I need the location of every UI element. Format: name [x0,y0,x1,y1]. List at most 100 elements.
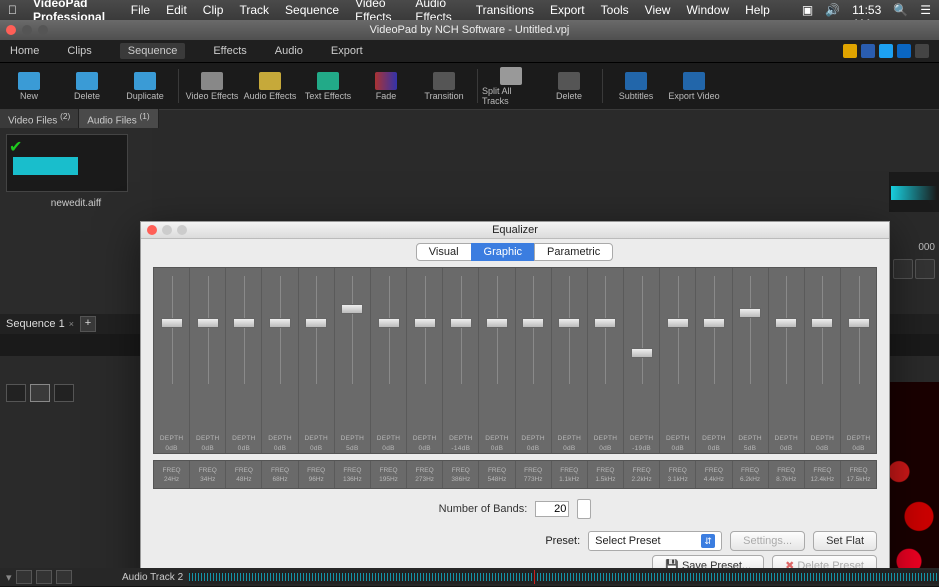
eq-slider-thumb[interactable] [161,318,183,328]
nav-audio[interactable]: Audio [275,45,303,57]
tool-transition[interactable]: Transition [415,65,473,107]
menu-tools[interactable]: Tools [601,3,629,17]
tool-lock-icon[interactable] [54,384,74,402]
menu-track[interactable]: Track [239,3,269,17]
seg-visual[interactable]: Visual [416,243,472,261]
record-icon[interactable] [56,570,72,584]
seg-graphic[interactable]: Graphic [471,243,536,261]
nav-clips[interactable]: Clips [67,45,91,57]
linkedin-icon[interactable] [897,44,911,58]
tool-audio-effects[interactable]: Audio Effects [241,65,299,107]
eq-slider-thumb[interactable] [848,318,870,328]
eq-slider-thumb[interactable] [305,318,327,328]
menu-sequence[interactable]: Sequence [285,3,339,17]
tool-video-effects[interactable]: Video Effects [183,65,241,107]
eq-slider-thumb[interactable] [414,318,436,328]
clip-thumbnail[interactable]: ✔ [6,134,128,192]
eq-freq-label: FREQ12.4kHz [805,461,841,488]
tool-export-video[interactable]: Export Video [665,65,723,107]
eq-slider-thumb[interactable] [631,348,653,358]
volume-icon[interactable]: 🔊 [825,3,840,17]
eq-slider-thumb[interactable] [594,318,616,328]
zoom-button[interactable] [893,259,913,279]
nav-export[interactable]: Export [331,45,363,57]
close-tab-icon[interactable]: × [69,319,74,329]
menu-file[interactable]: File [131,3,150,17]
minimize-window-button[interactable] [22,25,32,35]
eq-slider-thumb[interactable] [739,308,761,318]
eq-depth-label: DEPTH0dB [847,434,871,454]
eq-slider-thumb[interactable] [811,318,833,328]
eq-slider-thumb[interactable] [450,318,472,328]
eq-slider-thumb[interactable] [558,318,580,328]
track-waveform[interactable] [189,570,939,584]
eq-slider-thumb[interactable] [341,304,363,314]
set-flat-button[interactable]: Set Flat [813,531,877,551]
eq-slider-thumb[interactable] [486,318,508,328]
menu-window[interactable]: Window [686,3,729,17]
eq-band-16: DEPTH5dB [733,268,769,454]
tool-new[interactable]: New [0,65,58,107]
next-button[interactable] [915,259,935,279]
tool-subtitles[interactable]: Subtitles [607,65,665,107]
preset-select[interactable]: Select Preset⇵ [588,531,722,551]
eq-band-13: DEPTH-19dB [624,268,660,454]
like-icon[interactable] [843,44,857,58]
seg-parametric[interactable]: Parametric [534,243,613,261]
zoom-window-button[interactable] [38,25,48,35]
playhead[interactable] [534,570,535,584]
solo-icon[interactable] [36,570,52,584]
menu-edit[interactable]: Edit [166,3,187,17]
nav-home[interactable]: Home [10,45,39,57]
eq-slider-thumb[interactable] [269,318,291,328]
menu-export[interactable]: Export [550,3,585,17]
add-sequence-button[interactable]: + [80,316,96,332]
eq-depth-label: DEPTH0dB [485,434,509,454]
sequence-tab[interactable]: Sequence 1 [6,318,65,330]
facebook-icon[interactable] [861,44,875,58]
menu-transitions[interactable]: Transitions [476,3,534,17]
nav-effects[interactable]: Effects [213,45,246,57]
menu-clip[interactable]: Clip [203,3,224,17]
menu-view[interactable]: View [645,3,671,17]
menu-help[interactable]: Help [745,3,770,17]
collapse-icon[interactable]: ▾ [6,571,12,584]
tool-b[interactable] [30,384,50,402]
eq-slider-thumb[interactable] [522,318,544,328]
eq-slider-thumb[interactable] [667,318,689,328]
eq-depth-label: DEPTH0dB [774,434,798,454]
tab-audio-files[interactable]: Audio Files (1) [79,109,158,128]
menu-extra-icon[interactable]: ☰ [920,3,931,17]
eq-slider-thumb[interactable] [233,318,255,328]
tool-duplicate[interactable]: Duplicate [116,65,174,107]
num-bands-input[interactable] [535,501,569,517]
num-bands-stepper[interactable] [577,499,591,519]
timeline-view-tools [6,384,74,402]
eq-slider-thumb[interactable] [197,318,219,328]
tool-split-all[interactable]: Split All Tracks [482,65,540,107]
search-icon[interactable]: 🔍 [893,3,908,17]
tool-delete[interactable]: Delete [58,65,116,107]
eq-depth-label: DEPTH0dB [160,434,184,454]
eq-depth-label: DEPTH0dB [268,434,292,454]
screencast-icon[interactable]: ▣ [802,3,813,17]
tool-fade[interactable]: Fade [357,65,415,107]
eq-slider-thumb[interactable] [378,318,400,328]
eq-band-12: DEPTH0dB [588,268,624,454]
mute-icon[interactable] [16,570,32,584]
dialog-close-button[interactable] [147,225,157,235]
eq-slider-thumb[interactable] [775,318,797,328]
twitter-icon[interactable] [879,44,893,58]
tool-delete2[interactable]: Delete [540,65,598,107]
eq-slider-thumb[interactable] [703,318,725,328]
check-icon: ✔ [9,137,22,157]
tool-a[interactable] [6,384,26,402]
waveform-icon [13,157,121,175]
nav-sequence[interactable]: Sequence [120,43,186,59]
tab-video-files[interactable]: Video Files (2) [0,109,79,128]
eq-band-8: DEPTH-14dB [443,268,479,454]
share-icon[interactable] [915,44,929,58]
close-window-button[interactable] [6,25,16,35]
tool-text-effects[interactable]: Text Effects [299,65,357,107]
apple-icon[interactable]:  [8,3,17,17]
